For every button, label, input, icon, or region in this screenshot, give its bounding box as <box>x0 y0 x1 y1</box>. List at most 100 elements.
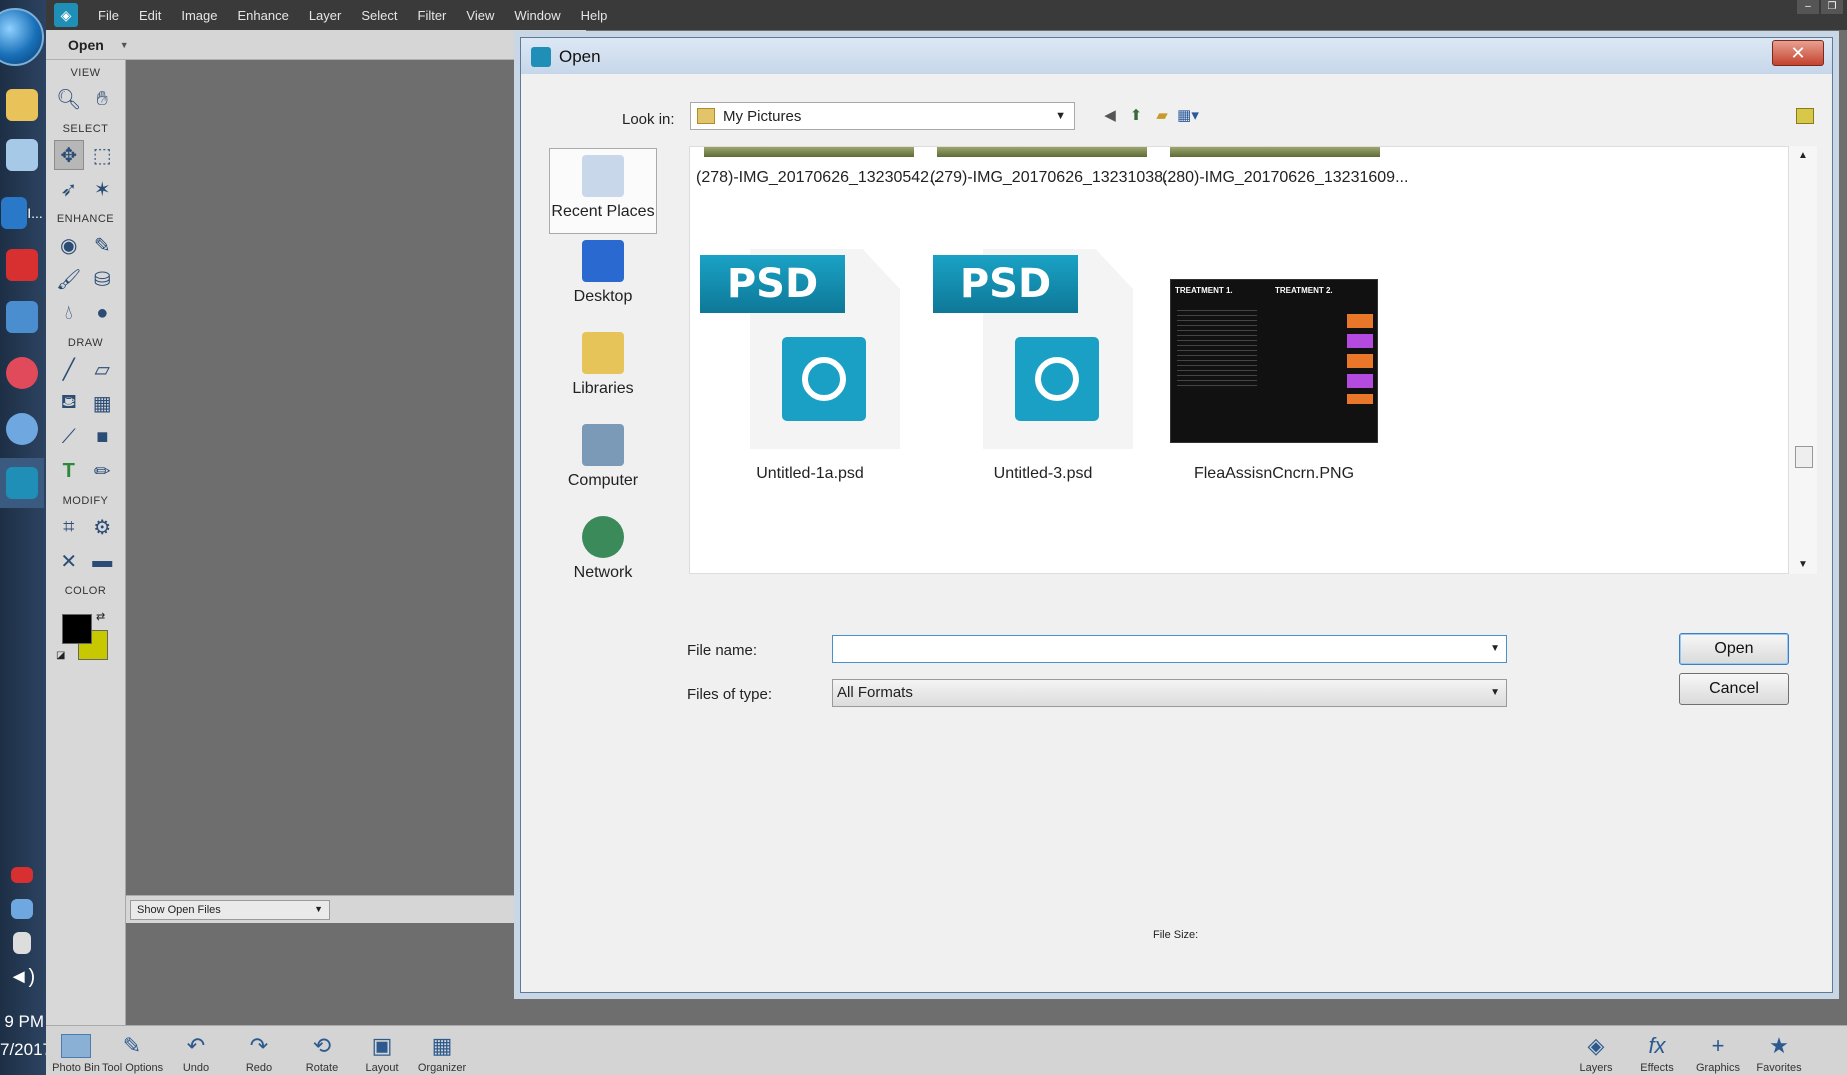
place-computer[interactable]: Computer <box>549 424 657 510</box>
sponge-tool-icon[interactable]: ● <box>87 298 117 328</box>
graphics-button[interactable]: + Graphics <box>1688 1026 1748 1075</box>
view-menu-icon[interactable]: ▦▾ <box>1177 106 1199 124</box>
hand-tool-icon[interactable]: ✋︎ <box>87 84 117 114</box>
up-folder-icon[interactable]: ⬆ <box>1127 106 1145 124</box>
menu-help[interactable]: Help <box>571 8 618 23</box>
red-eye-tool-icon[interactable]: ◉ <box>54 230 84 260</box>
photo-bin-button[interactable]: Photo Bin <box>46 1026 106 1075</box>
open-button[interactable]: Open <box>1679 633 1789 665</box>
favorites-button[interactable]: ★ Favorites <box>1749 1026 1809 1075</box>
scroll-down-icon[interactable]: ▼ <box>1789 559 1817 570</box>
paint-bucket-tool-icon[interactable]: ⛾ <box>54 388 84 418</box>
menu-window[interactable]: Window <box>504 8 570 23</box>
look-in-dropdown[interactable]: My Pictures ▼ <box>690 102 1075 130</box>
taskbar-globe-icon[interactable] <box>0 404 44 454</box>
menu-image[interactable]: Image <box>171 8 227 23</box>
default-colors-icon[interactable]: ◪ <box>56 650 65 661</box>
tray-clock-date[interactable]: 7/2017 <box>0 1040 46 1060</box>
chevron-down-icon[interactable]: ▼ <box>1490 643 1500 654</box>
file-name-280[interactable]: (280)-IMG_20170626_13231609... <box>1162 169 1408 187</box>
open-menu-button[interactable]: Open <box>68 37 104 53</box>
taskbar-ie-icon[interactable]: I... <box>0 188 44 238</box>
file-name-278[interactable]: (278)-IMG_20170626_13230542... <box>696 169 942 187</box>
rotate-button[interactable]: ⟲ Rotate <box>292 1026 352 1075</box>
image-thumbnail[interactable] <box>704 147 914 157</box>
start-button[interactable] <box>0 8 44 66</box>
swap-colors-icon[interactable]: ⇄ <box>96 610 105 623</box>
brush-tool-icon[interactable]: ╱ <box>54 354 84 384</box>
file-name-input[interactable]: ▼ <box>832 635 1507 663</box>
place-recent-places[interactable]: Recent Places <box>549 148 657 234</box>
camera-icon[interactable] <box>1796 108 1814 124</box>
minimize-button[interactable]: – <box>1797 0 1819 14</box>
shape-tool-icon[interactable]: ■ <box>87 422 117 452</box>
tray-mail-icon[interactable] <box>0 860 44 890</box>
tray-volume-icon[interactable]: ◄) <box>0 962 44 992</box>
place-libraries[interactable]: Libraries <box>549 332 657 418</box>
show-open-files-dropdown[interactable]: Show Open Files ▼ <box>130 900 330 920</box>
recompose-tool-icon[interactable]: ⚙︎ <box>87 512 117 542</box>
menu-file[interactable]: File <box>88 8 129 23</box>
tray-network-icon[interactable] <box>0 894 44 924</box>
menu-layer[interactable]: Layer <box>299 8 352 23</box>
menu-filter[interactable]: Filter <box>408 8 457 23</box>
file-list-scrollbar[interactable]: ▲ ▼ <box>1789 146 1817 574</box>
redo-button[interactable]: ↷ Redo <box>229 1026 289 1075</box>
blur-tool-icon[interactable]: 💧︎ <box>54 298 84 328</box>
taskbar-mail-icon[interactable] <box>0 240 44 290</box>
scroll-up-icon[interactable]: ▲ <box>1789 150 1817 161</box>
cancel-button[interactable]: Cancel <box>1679 673 1789 705</box>
lasso-tool-icon[interactable]: ➶ <box>54 174 84 204</box>
foreground-color-swatch[interactable] <box>62 614 92 644</box>
smart-brush-tool-icon[interactable]: 🖌︎ <box>54 264 84 294</box>
tray-clock-time[interactable]: 9 PM <box>0 1012 46 1032</box>
eyedropper-tool-icon[interactable]: ⟋ <box>54 422 84 452</box>
taskbar-keyboard-icon[interactable] <box>0 292 44 342</box>
gradient-tool-icon[interactable]: ▦ <box>87 388 117 418</box>
dialog-close-button[interactable]: ✕ <box>1772 40 1824 66</box>
place-network[interactable]: Network <box>549 516 657 602</box>
scroll-thumb[interactable] <box>1795 446 1813 468</box>
content-aware-move-tool-icon[interactable]: ✕ <box>54 546 84 576</box>
file-item-untitled-1a[interactable]: PSD <box>700 237 900 457</box>
tool-options-button[interactable]: ✎ Tool Options <box>102 1026 163 1075</box>
file-name-279[interactable]: (279)-IMG_20170626_13231038... <box>930 169 1176 187</box>
file-name-flea[interactable]: FleaAssisnCncrn.PNG <box>1174 465 1374 483</box>
clone-stamp-tool-icon[interactable]: ⛁ <box>87 264 117 294</box>
crop-tool-icon[interactable]: ⌗ <box>54 512 84 542</box>
straighten-tool-icon[interactable]: ▬ <box>87 546 117 576</box>
marquee-tool-icon[interactable]: ⬚ <box>87 140 117 170</box>
taskbar-elements-icon[interactable] <box>0 458 44 508</box>
magic-wand-tool-icon[interactable]: ✶ <box>87 174 117 204</box>
eraser-tool-icon[interactable]: ▱ <box>87 354 117 384</box>
file-item-flea-png[interactable]: TREATMENT 1. TREATMENT 2. <box>1170 279 1378 443</box>
file-name-untitled-3[interactable]: Untitled-3.psd <box>943 465 1143 483</box>
file-item-untitled-3[interactable]: PSD <box>933 237 1133 457</box>
menu-edit[interactable]: Edit <box>129 8 171 23</box>
image-thumbnail[interactable] <box>1170 147 1380 157</box>
tray-devices-icon[interactable] <box>0 928 44 958</box>
file-name-untitled-1a[interactable]: Untitled-1a.psd <box>710 465 910 483</box>
new-folder-icon[interactable]: ▰ <box>1153 106 1171 124</box>
taskbar-notes-icon[interactable] <box>0 130 44 180</box>
restore-button[interactable]: ❐ <box>1821 0 1843 14</box>
files-of-type-dropdown[interactable]: All Formats ▼ <box>832 679 1507 707</box>
layers-button[interactable]: ◈ Layers <box>1566 1026 1626 1075</box>
move-tool-icon[interactable]: ✥ <box>53 140 84 170</box>
menu-enhance[interactable]: Enhance <box>228 8 299 23</box>
layout-button[interactable]: ▣ Layout <box>352 1026 412 1075</box>
image-thumbnail[interactable] <box>937 147 1147 157</box>
place-desktop[interactable]: Desktop <box>549 240 657 326</box>
type-tool-icon[interactable]: T <box>54 456 84 486</box>
taskbar-folder-icon[interactable] <box>0 80 44 130</box>
pencil-tool-icon[interactable]: ✏︎ <box>87 456 117 486</box>
taskbar-snipping-icon[interactable] <box>0 348 44 398</box>
menu-view[interactable]: View <box>456 8 504 23</box>
back-icon[interactable]: ◀ <box>1101 106 1119 124</box>
effects-button[interactable]: fx Effects <box>1627 1026 1687 1075</box>
chevron-down-icon[interactable]: ▼ <box>120 40 129 50</box>
zoom-tool-icon[interactable]: 🔍︎ <box>54 84 84 114</box>
organizer-button[interactable]: ▦ Organizer <box>412 1026 472 1075</box>
spot-healing-tool-icon[interactable]: ✎ <box>87 230 117 260</box>
menu-select[interactable]: Select <box>351 8 407 23</box>
